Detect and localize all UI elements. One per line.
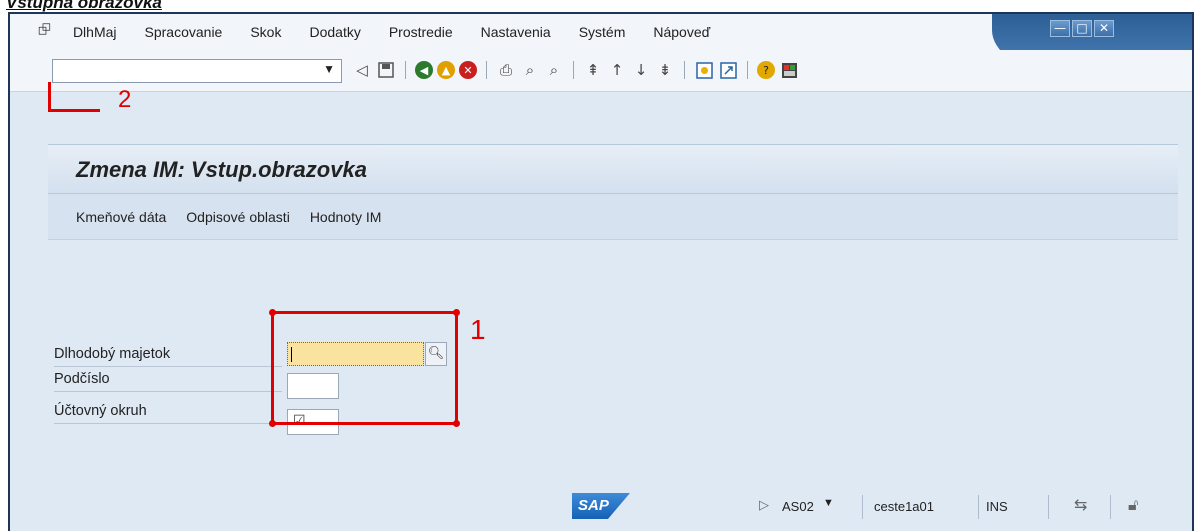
marker-2-label: 2	[118, 86, 132, 113]
screen-title: Zmena IM: Vstup.obrazovka	[76, 157, 367, 182]
form-area: Dlhodobý majetok Podčíslo Účtovný okruh …	[48, 240, 1178, 488]
master-data-button[interactable]: Kmeňové dáta	[76, 209, 166, 225]
client-id: ceste1a01	[874, 499, 934, 514]
play-icon[interactable]: ▷	[759, 498, 769, 513]
system-dropdown-icon[interactable]: ▼	[823, 497, 834, 509]
field-label-company-code: Účtovný okruh	[54, 398, 282, 424]
exit-icon[interactable]: ▲	[437, 61, 455, 79]
input-group-marker	[269, 309, 460, 427]
standard-toolbar: ▼ ◁ ◀ ▲ ✕ ⎙ ⌕ ⌕ ⇞ ↑ ↓ ⇟ ?	[10, 50, 1192, 92]
menu-prostredie[interactable]: Prostredie	[389, 24, 453, 40]
menu-system[interactable]: Systém	[579, 24, 626, 40]
save-icon[interactable]	[376, 60, 396, 80]
menu-dlhmaj[interactable]: DlhMaj	[73, 24, 117, 40]
menu-napoved[interactable]: Nápoveď	[653, 24, 710, 40]
screen-title-bar: Zmena IM: Vstup.obrazovka	[48, 144, 1178, 194]
first-page-icon[interactable]: ⇞	[583, 60, 603, 80]
sap-logo: SAP	[572, 493, 630, 519]
layout-menu-icon[interactable]	[779, 60, 799, 80]
command-field-marker	[48, 82, 100, 112]
insert-mode: INS	[986, 499, 1008, 514]
find-next-icon[interactable]: ⌕	[544, 60, 564, 80]
close-button[interactable]: ✕	[1094, 20, 1114, 37]
depreciation-areas-button[interactable]: Odpisové oblasti	[186, 209, 290, 225]
print-icon[interactable]: ⎙	[496, 60, 516, 80]
sap-window: ⮺ DlhMaj Spracovanie Skok Dodatky Prostr…	[8, 12, 1194, 531]
asset-values-button[interactable]: Hodnoty IM	[310, 209, 382, 225]
minimize-button[interactable]: —	[1050, 20, 1070, 37]
lock-icon[interactable]: 🔓︎	[1128, 495, 1138, 515]
find-icon[interactable]: ⌕	[520, 60, 540, 80]
last-page-icon[interactable]: ⇟	[655, 60, 675, 80]
back-triangle-icon[interactable]: ◁	[352, 60, 372, 80]
marker-1-label: 1	[470, 314, 486, 345]
command-field[interactable]: ▼	[52, 59, 342, 83]
status-bar: SAP ▷ AS02 ▼ ceste1a01 INS ⇆ 🔓︎	[10, 487, 1192, 531]
help-icon[interactable]: ?	[757, 61, 775, 79]
back-icon[interactable]: ◀	[415, 61, 433, 79]
new-session-icon[interactable]	[694, 60, 714, 80]
menu-enter-icon[interactable]: ⮺	[38, 19, 51, 46]
menu-spracovanie[interactable]: Spracovanie	[145, 24, 223, 40]
shortcut-icon[interactable]	[718, 60, 738, 80]
cancel-icon[interactable]: ✕	[459, 61, 477, 79]
chevron-down-icon[interactable]: ▼	[323, 62, 335, 76]
menu-dodatky[interactable]: Dodatky	[309, 24, 360, 40]
maximize-button[interactable]: □	[1072, 20, 1092, 37]
next-page-icon[interactable]: ↓	[631, 60, 651, 80]
data-transfer-icon[interactable]: ⇆	[1074, 495, 1087, 514]
field-label-asset: Dlhodobý majetok	[54, 341, 282, 367]
system-id: AS02	[782, 499, 814, 514]
menu-skok[interactable]: Skok	[250, 24, 281, 40]
application-toolbar: Kmeňové dáta Odpisové oblasti Hodnoty IM	[48, 194, 1178, 240]
previous-page-icon[interactable]: ↑	[607, 60, 627, 80]
field-label-subnumber: Podčíslo	[54, 366, 282, 392]
menu-nastavenia[interactable]: Nastavenia	[481, 24, 551, 40]
